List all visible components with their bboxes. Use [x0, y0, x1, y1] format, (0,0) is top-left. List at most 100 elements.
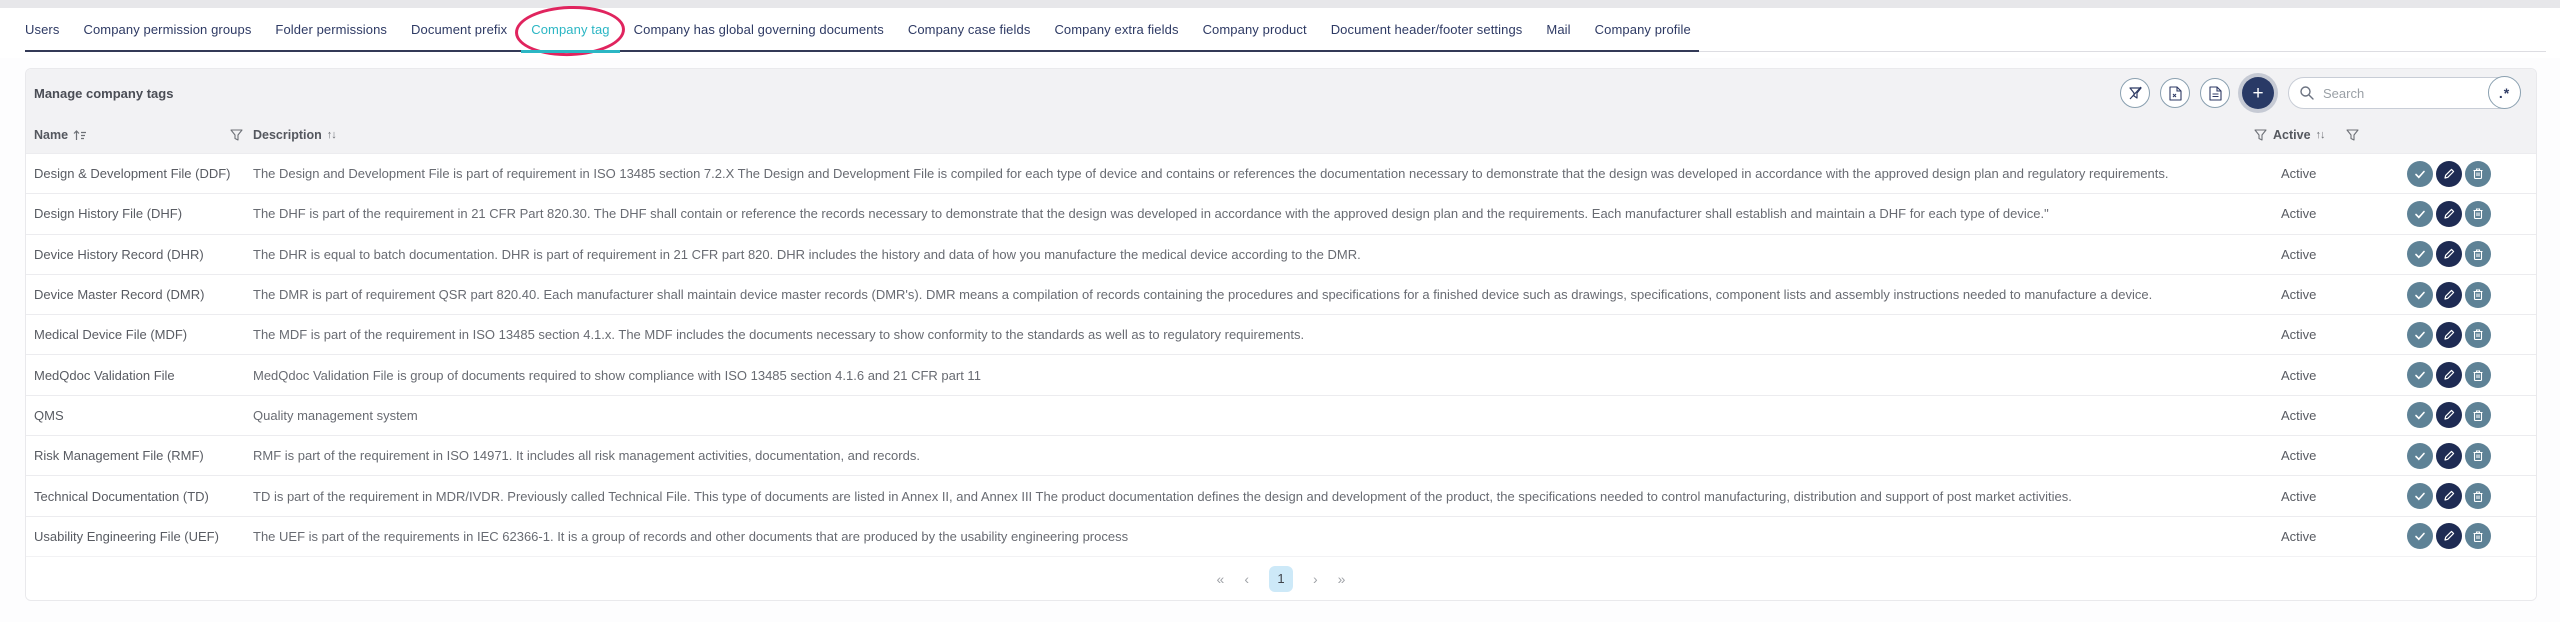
- edit-button[interactable]: [2436, 362, 2462, 389]
- delete-button[interactable]: [2465, 362, 2491, 389]
- column-header-name: Name: [34, 128, 253, 142]
- row-actions: [2373, 200, 2491, 227]
- pencil-icon: [2444, 450, 2455, 461]
- tab-item[interactable]: Company case fields: [908, 22, 1031, 37]
- tag-name: Device Master Record (DMR): [34, 287, 205, 303]
- sort-ascending-icon[interactable]: [73, 129, 87, 141]
- name-header-label[interactable]: Name: [34, 128, 68, 142]
- table-row: Device Master Record (DMR) The DMR is pa…: [26, 273, 2536, 314]
- file-export-icon: [2168, 85, 2182, 101]
- edit-button[interactable]: [2436, 200, 2462, 227]
- activate-button[interactable]: [2407, 362, 2433, 389]
- tag-name: Risk Management File (RMF): [34, 448, 204, 464]
- table-row: Risk Management File (RMF) RMF is part o…: [26, 435, 2536, 475]
- tab-item[interactable]: Company profile: [1595, 22, 1691, 37]
- tab-item[interactable]: Company product: [1203, 22, 1307, 37]
- delete-button[interactable]: [2465, 442, 2491, 469]
- filter-off-icon: [2128, 86, 2142, 100]
- tab-item[interactable]: Document header/footer settings: [1331, 22, 1523, 37]
- check-icon: [2415, 331, 2425, 340]
- document-button[interactable]: [2200, 78, 2230, 108]
- activate-button[interactable]: [2407, 160, 2433, 187]
- edit-button[interactable]: [2436, 281, 2462, 308]
- delete-button[interactable]: [2465, 402, 2491, 429]
- pagination: « ‹ 1 › »: [26, 556, 2536, 600]
- table-row: Device History Record (DHR) The DHR is e…: [26, 233, 2536, 274]
- delete-button[interactable]: [2465, 321, 2491, 348]
- search-input[interactable]: [2288, 77, 2520, 109]
- edit-button[interactable]: [2436, 160, 2462, 187]
- last-page-button[interactable]: »: [1338, 571, 1346, 587]
- edit-button[interactable]: [2436, 523, 2462, 550]
- activate-button[interactable]: [2407, 321, 2433, 348]
- regex-search-button[interactable]: .*: [2488, 76, 2521, 109]
- table-row: Usability Engineering File (UEF) The UEF…: [26, 515, 2536, 556]
- edit-button[interactable]: [2436, 483, 2462, 510]
- row-actions: [2373, 442, 2491, 469]
- check-icon: [2415, 250, 2425, 259]
- tab-label: Users: [25, 21, 60, 37]
- tag-description: The MDF is part of the requirement in IS…: [253, 327, 1305, 343]
- sort-updown-icon[interactable]: ↑↓: [2316, 129, 2326, 141]
- delete-button[interactable]: [2465, 160, 2491, 187]
- prev-page-button[interactable]: ‹: [1244, 571, 1249, 587]
- delete-button[interactable]: [2465, 200, 2491, 227]
- edit-button[interactable]: [2436, 321, 2462, 348]
- filter-icon: [2345, 129, 2359, 141]
- tag-description: The DHR is equal to batch documentation.…: [253, 246, 1361, 262]
- tab-item[interactable]: Users: [25, 22, 59, 37]
- table-row: Technical Documentation (TD) TD is part …: [26, 475, 2536, 515]
- edit-button[interactable]: [2436, 402, 2462, 429]
- active-filter-button[interactable]: [2345, 129, 2359, 141]
- activate-button[interactable]: [2407, 281, 2433, 308]
- tab-item[interactable]: Document prefix: [411, 22, 507, 37]
- edit-button[interactable]: [2436, 442, 2462, 469]
- clear-filter-button[interactable]: [2120, 78, 2150, 108]
- sort-updown-icon[interactable]: ↑↓: [327, 129, 337, 141]
- add-tag-button[interactable]: +: [2242, 77, 2274, 109]
- activate-button[interactable]: [2407, 402, 2433, 429]
- tab-label: Company tag: [531, 21, 610, 37]
- tag-name: Device History Record (DHR): [34, 246, 204, 262]
- tab-item[interactable]: Company permission groups: [83, 22, 251, 37]
- description-filter-button[interactable]: [2254, 129, 2267, 141]
- pencil-icon: [2444, 329, 2455, 340]
- activate-button[interactable]: [2407, 483, 2433, 510]
- activate-button[interactable]: [2407, 442, 2433, 469]
- tab-item[interactable]: Company tag: [514, 3, 627, 58]
- table-row: Medical Device File (MDF) The MDF is par…: [26, 314, 2536, 354]
- name-filter-button[interactable]: [230, 129, 243, 141]
- tab-item[interactable]: Company extra fields: [1054, 22, 1178, 37]
- next-page-button[interactable]: ›: [1313, 571, 1318, 587]
- tab-item[interactable]: Mail: [1546, 22, 1570, 37]
- tab-item[interactable]: Company has global governing documents: [634, 22, 884, 37]
- tag-description: Quality management system: [253, 407, 418, 423]
- activate-button[interactable]: [2407, 200, 2433, 227]
- tab-item[interactable]: Folder permissions: [275, 22, 387, 37]
- tag-description: The Design and Development File is part …: [253, 166, 2169, 182]
- activate-button[interactable]: [2407, 241, 2433, 268]
- delete-button[interactable]: [2465, 523, 2491, 550]
- trash-icon: [2473, 249, 2483, 260]
- export-file-button[interactable]: [2160, 78, 2190, 108]
- pencil-icon: [2444, 289, 2455, 300]
- current-page-badge[interactable]: 1: [1269, 565, 1293, 592]
- tag-description: The DHF is part of the requirement in 21…: [253, 206, 2049, 222]
- activate-button[interactable]: [2407, 523, 2433, 550]
- status-badge: Active: [2281, 246, 2317, 262]
- description-header-label[interactable]: Description: [253, 128, 322, 142]
- status-badge: Active: [2281, 206, 2317, 222]
- tag-name: QMS: [34, 407, 64, 423]
- status-badge: Active: [2281, 407, 2317, 423]
- pencil-icon: [2444, 249, 2455, 259]
- active-header-label[interactable]: Active: [2273, 128, 2311, 142]
- delete-button[interactable]: [2465, 281, 2491, 308]
- check-icon: [2415, 371, 2425, 380]
- delete-button[interactable]: [2465, 241, 2491, 268]
- row-actions: [2373, 362, 2491, 389]
- delete-button[interactable]: [2465, 483, 2491, 510]
- tab-label: Document header/footer settings: [1330, 21, 1523, 37]
- edit-button[interactable]: [2436, 241, 2462, 268]
- tab-label: Company case fields: [907, 21, 1031, 37]
- first-page-button[interactable]: «: [1217, 571, 1225, 587]
